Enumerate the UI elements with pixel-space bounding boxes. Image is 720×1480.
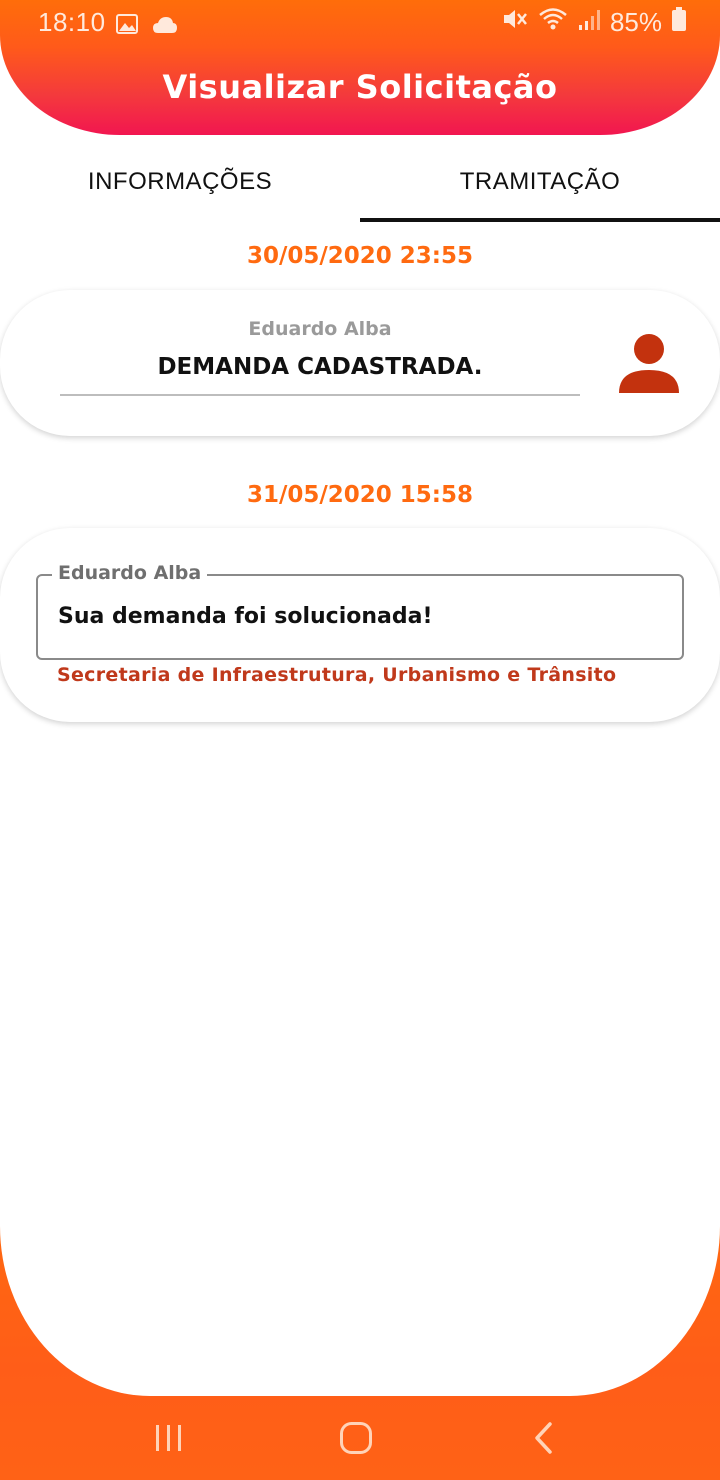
mute-icon (502, 7, 528, 38)
battery-percent: 85% (609, 7, 662, 37)
back-icon (532, 1421, 556, 1460)
entry-message: Sua demanda foi solucionada! (58, 604, 433, 629)
system-nav-bar (0, 1398, 720, 1480)
battery-icon (672, 7, 686, 38)
message-field: Eduardo Alba Sua demanda foi solucionada… (36, 562, 684, 660)
tab-bar: INFORMAÇÕES TRAMITAÇÃO (0, 140, 720, 224)
cloud-icon (152, 10, 178, 41)
status-time: 18:10 (38, 7, 106, 37)
image-icon (116, 10, 138, 41)
content-bottom-curve (0, 1100, 720, 1396)
wifi-icon (538, 7, 568, 38)
recents-button[interactable] (139, 1420, 199, 1460)
recents-icon (153, 1423, 185, 1458)
home-button[interactable] (326, 1420, 386, 1460)
entry-date: 31/05/2020 15:58 (246, 482, 474, 508)
signal-icon (578, 7, 600, 38)
page-title: Visualizar Solicitação (162, 68, 558, 106)
divider (60, 394, 580, 396)
timeline-card: Eduardo Alba DEMANDA CADASTRADA. (0, 290, 720, 436)
home-icon (339, 1421, 373, 1460)
entry-author: Eduardo Alba (248, 318, 392, 340)
timeline-card: Eduardo Alba Sua demanda foi solucionada… (0, 528, 720, 722)
back-button[interactable] (514, 1420, 574, 1460)
person-icon (618, 334, 680, 399)
entry-department: Secretaria de Infraestrutura, Urbanismo … (57, 664, 617, 686)
tab-tramitacao[interactable]: TRAMITAÇÃO (360, 140, 720, 224)
entry-date: 30/05/2020 23:55 (246, 243, 474, 269)
status-bar: 18:10 85% (0, 0, 720, 44)
entry-author: Eduardo Alba (52, 562, 208, 584)
status-left-icons (116, 10, 178, 41)
app-header: 18:10 85% Visualizar Solicitação (0, 0, 720, 135)
tab-informacoes[interactable]: INFORMAÇÕES (0, 140, 360, 224)
entry-message: DEMANDA CADASTRADA. (157, 354, 483, 380)
status-right: 85% (502, 7, 686, 38)
